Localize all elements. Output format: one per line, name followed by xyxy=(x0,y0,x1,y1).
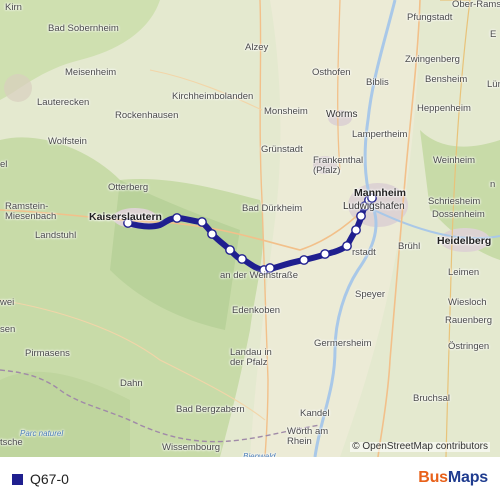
place-label-gruenstadt: Grünstadt xyxy=(261,144,303,155)
place-label-ramstein: Ramstein- Miesenbach xyxy=(5,201,57,222)
route-stop-marker[interactable] xyxy=(207,229,217,239)
route-color-swatch xyxy=(12,474,23,485)
place-label-lampertheim: Lampertheim xyxy=(352,129,408,140)
brand-bus: Bus xyxy=(418,469,448,486)
place-label-osthofen: Osthofen xyxy=(312,67,351,78)
map-view[interactable]: Kirn Bad Sobernheim Meisenheim Lauterecken R… xyxy=(0,0,500,457)
place-label-kirchheimbolanden: Kirchheimbolanden xyxy=(172,91,254,102)
place-label-rockenhausen: Rockenhausen xyxy=(115,110,179,121)
place-label-dossenheim: Dossenheim xyxy=(432,209,485,220)
place-label-pfungstadt: Pfungstadt xyxy=(407,12,453,23)
place-label-n-edge: n xyxy=(490,179,496,190)
place-label-woerth: Wörth am Rhein xyxy=(287,426,329,447)
place-label-landstuhl: Landstuhl xyxy=(35,230,77,241)
route-stop-marker[interactable] xyxy=(342,241,352,251)
place-label-tsche: tsche xyxy=(0,437,23,448)
place-label-alzey: Alzey xyxy=(245,42,269,53)
busmaps-logo[interactable]: BusMaps xyxy=(418,470,488,486)
place-label-ludwigshafen: Ludwigshafen xyxy=(343,201,405,212)
place-label-kaiserslautern: Kaiserslautern xyxy=(89,211,162,223)
place-label-lun: Lün xyxy=(487,79,500,90)
place-label-speyer: Speyer xyxy=(355,289,386,300)
route-stop-marker[interactable] xyxy=(320,249,330,259)
place-label-leimen: Leimen xyxy=(448,267,480,278)
route-name-label: Q67-0 xyxy=(30,471,69,487)
place-label-germersheim: Germersheim xyxy=(314,338,372,349)
place-label-weinheim: Weinheim xyxy=(433,155,476,166)
place-label-e-edge: E xyxy=(490,29,497,40)
map-attribution[interactable]: © OpenStreetMap contributors xyxy=(350,442,490,452)
place-label-wissembourg: Wissembourg xyxy=(162,442,221,453)
place-label-lauterecken: Lauterecken xyxy=(37,97,90,108)
place-label-bruchsal: Bruchsal xyxy=(413,393,450,404)
place-label-biblis: Biblis xyxy=(366,77,389,88)
place-label-worms: Worms xyxy=(326,109,358,120)
place-label-zwingenberg: Zwingenberg xyxy=(405,54,460,65)
place-label-schifferstadt: rstadt xyxy=(352,247,376,258)
route-stop-marker[interactable] xyxy=(172,213,182,223)
place-label-meisenheim: Meisenheim xyxy=(65,67,117,78)
place-label-parc-naturel: Parc naturel xyxy=(20,429,64,438)
place-label-bad-duerkheim: Bad Dürkheim xyxy=(242,203,303,214)
place-label-wolfstein: Wolfstein xyxy=(48,136,87,147)
place-label-pirmasens: Pirmasens xyxy=(25,348,70,359)
place-label-bruehl: Brühl xyxy=(398,241,421,252)
place-label-heidelberg: Heidelberg xyxy=(437,235,492,247)
place-label-dahn: Dahn xyxy=(120,378,143,389)
place-label-schriesheim: Schriesheim xyxy=(428,196,481,207)
place-label-kirn: Kirn xyxy=(5,2,22,13)
place-label-frankenthal: Frankenthal (Pfalz) xyxy=(313,155,364,176)
place-label-kandel: Kandel xyxy=(300,408,330,419)
place-label-ober-ramstadt: Ober-Ramsta xyxy=(452,0,500,10)
place-label-bad-bergzabern: Bad Bergzabern xyxy=(176,404,245,415)
place-label-sen: sen xyxy=(0,324,16,335)
place-label-edenkoben: Edenkoben xyxy=(232,305,281,316)
route-stop-marker[interactable] xyxy=(299,255,309,265)
route-stop-marker[interactable] xyxy=(351,225,361,235)
route-stop-marker[interactable] xyxy=(356,211,366,221)
place-label-mannheim: Mannheim xyxy=(354,187,406,199)
place-label-rauenberg: Rauenberg xyxy=(445,315,493,326)
place-label-heppenheim: Heppenheim xyxy=(417,103,471,114)
route-stop-marker[interactable] xyxy=(197,217,207,227)
place-label-landau: Landau in der Pfalz xyxy=(230,347,272,368)
place-label-wei: wei xyxy=(0,297,15,308)
route-stop-marker[interactable] xyxy=(225,245,235,255)
brand-maps: Maps xyxy=(447,469,488,486)
place-label-el: el xyxy=(0,159,8,170)
place-label-monsheim: Monsheim xyxy=(264,106,308,117)
place-label-neustadt: an der Weinstraße xyxy=(220,270,298,281)
place-label-otterberg: Otterberg xyxy=(108,182,149,193)
place-label-oestringen: Östringen xyxy=(448,341,490,352)
place-label-bad-sobernheim: Bad Sobernheim xyxy=(48,23,119,34)
place-label-wiesloch: Wiesloch xyxy=(448,297,487,308)
place-label-bensheim: Bensheim xyxy=(425,74,468,85)
route-stop-marker[interactable] xyxy=(237,254,247,264)
